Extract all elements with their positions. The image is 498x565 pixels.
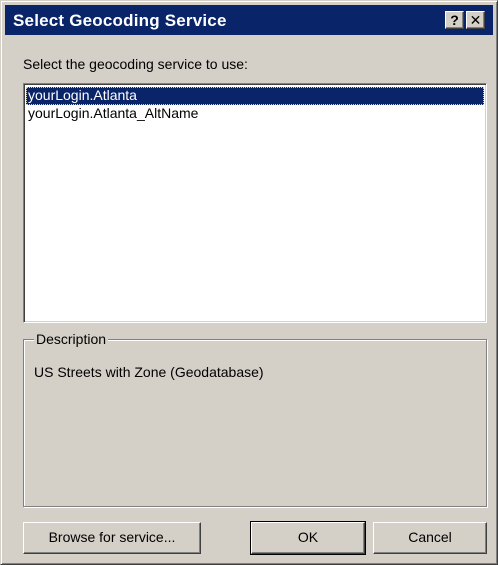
list-item[interactable]: yourLogin.Atlanta — [26, 87, 484, 105]
description-group: Description US Streets with Zone (Geodat… — [23, 331, 487, 507]
ok-button[interactable]: OK — [250, 521, 366, 555]
select-geocoding-service-dialog: Select Geocoding Service ? ✕ Select the … — [0, 0, 498, 565]
description-legend: Description — [34, 331, 109, 347]
browse-for-service-button[interactable]: Browse for service... — [23, 522, 201, 554]
dialog-title: Select Geocoding Service — [13, 11, 227, 30]
list-item[interactable]: yourLogin.Atlanta_AltName — [26, 105, 484, 123]
description-text: US Streets with Zone (Geodatabase) — [34, 364, 264, 380]
service-prompt-label: Select the geocoding service to use: — [23, 56, 248, 72]
close-icon[interactable]: ✕ — [466, 11, 485, 29]
title-bar[interactable]: Select Geocoding Service ? ✕ — [5, 5, 493, 35]
help-icon[interactable]: ? — [445, 11, 464, 29]
cancel-button[interactable]: Cancel — [373, 522, 487, 554]
geocoding-service-list[interactable]: yourLogin.Atlanta yourLogin.Atlanta_AltN… — [23, 83, 487, 323]
